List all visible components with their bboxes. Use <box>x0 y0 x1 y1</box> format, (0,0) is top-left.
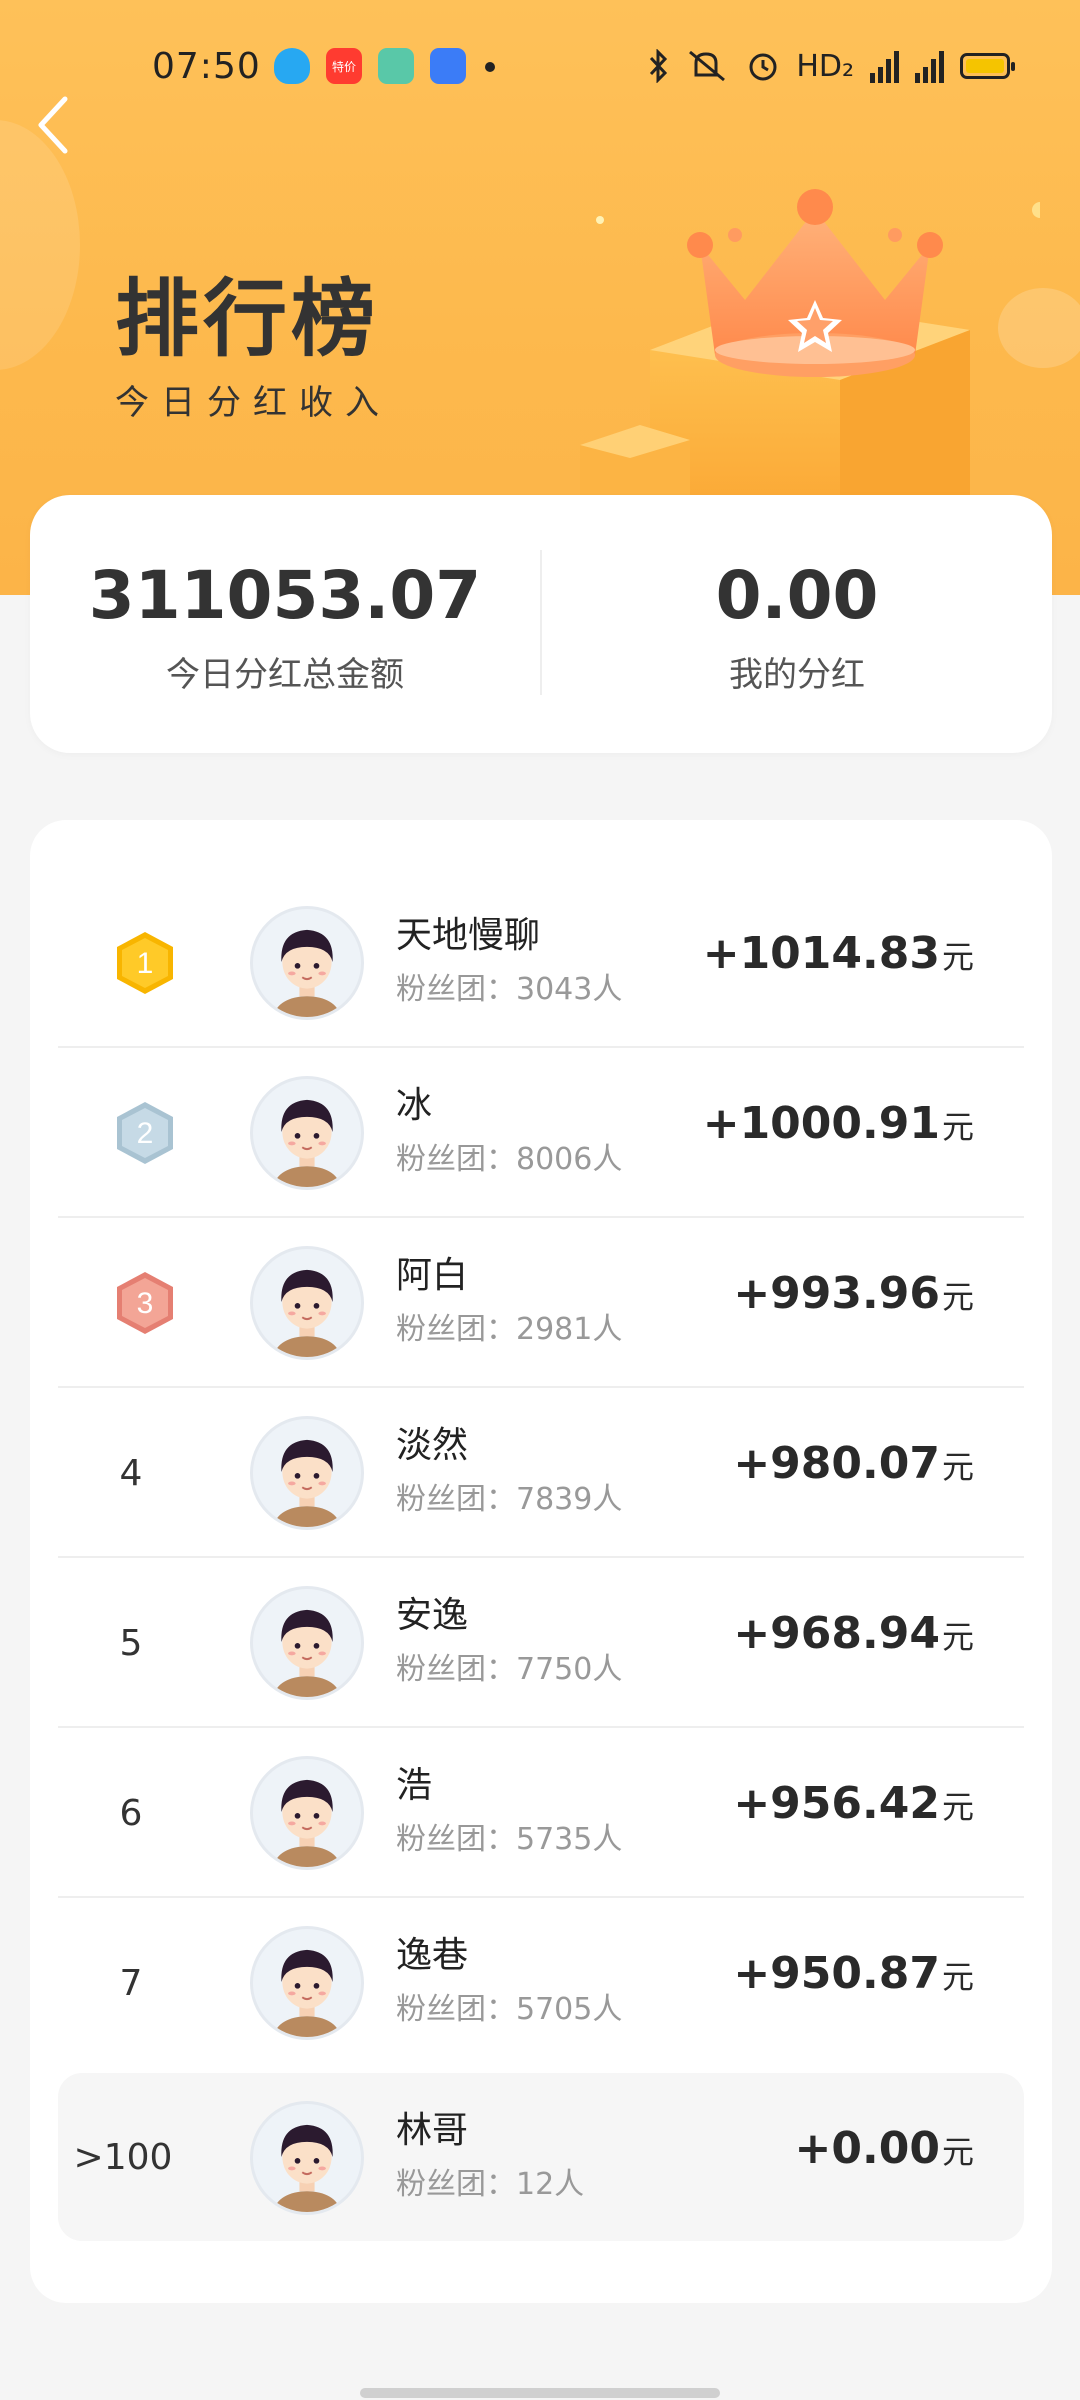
leaderboard-page: 07:50 特价 HD₂ 排行榜 今日分红收入 311053.07 今日分红总金… <box>0 0 1080 2400</box>
dividend-summary-card: 311053.07 今日分红总金额 0.00 我的分红 <box>30 495 1052 753</box>
user-name: 林哥 <box>396 2110 469 2151</box>
avatar[interactable] <box>250 1246 364 1360</box>
tmall-notification-icon: 特价 <box>326 48 362 84</box>
app-notification-icon <box>430 48 466 84</box>
bluetooth-icon <box>650 49 668 83</box>
rank-number: 3 <box>137 1287 154 1320</box>
fans-count: 粉丝团：12人 <box>396 2167 585 2202</box>
user-name: 天地慢聊 <box>396 915 541 956</box>
avatar[interactable] <box>250 1926 364 2040</box>
status-bar: 07:50 特价 HD₂ <box>0 40 1080 100</box>
ranking-row[interactable]: 6 浩 粉丝团：5735人 +956.42元 <box>58 1728 1024 1898</box>
dividend-amount: +1014.83元 <box>702 928 974 979</box>
avatar[interactable] <box>250 1416 364 1530</box>
user-name: 淡然 <box>396 1425 469 1466</box>
user-name: 安逸 <box>396 1595 469 1636</box>
avatar[interactable] <box>250 1756 364 1870</box>
boy-avatar-icon <box>274 1949 340 2037</box>
ranking-row[interactable]: 4 淡然 粉丝团：7839人 +980.07元 <box>58 1388 1024 1558</box>
signal-icon <box>870 49 899 83</box>
ranking-row[interactable]: 2 冰 粉丝团：8006人 +1000.91元 <box>58 1048 1024 1218</box>
gold-rank-badge-icon: 1 <box>117 932 173 994</box>
boy-avatar-icon <box>274 1779 340 1867</box>
back-button[interactable] <box>22 90 82 160</box>
fans-count: 粉丝团：7839人 <box>396 1482 623 1517</box>
dividend-amount: +968.94元 <box>733 1608 974 1659</box>
my-dividend: 0.00 我的分红 <box>542 495 1052 753</box>
fans-count: 粉丝团：8006人 <box>396 1142 623 1177</box>
status-indicators: HD₂ <box>648 44 1015 88</box>
boy-avatar-icon <box>274 2124 340 2212</box>
alarm-icon <box>749 53 777 81</box>
bronze-rank-badge-icon: 3 <box>117 1272 173 1334</box>
rank-number: 4 <box>119 1452 143 1494</box>
fans-count: 粉丝团：5735人 <box>396 1822 623 1857</box>
dividend-amount: +0.00元 <box>794 2123 974 2174</box>
ranking-row[interactable]: 7 逸巷 粉丝团：5705人 +950.87元 <box>58 1898 1024 2068</box>
user-name: 阿白 <box>396 1255 469 1296</box>
rank-number: 5 <box>119 1622 143 1664</box>
rank-number: 1 <box>137 947 154 980</box>
more-notifications-icon <box>485 62 495 72</box>
ranking-row[interactable]: 1 天地慢聊 粉丝团：3043人 +1014.83元 <box>58 878 1024 1048</box>
battery-icon <box>960 53 1015 79</box>
boy-avatar-icon <box>274 1609 340 1697</box>
ranking-row[interactable]: 5 安逸 粉丝团：7750人 +968.94元 <box>58 1558 1024 1728</box>
hd-indicator: HD₂ <box>796 48 854 84</box>
ranking-row[interactable]: 3 阿白 粉丝团：2981人 +993.96元 <box>58 1218 1024 1388</box>
avatar[interactable] <box>250 906 364 1020</box>
page-subtitle: 今日分红收入 <box>115 383 391 423</box>
boy-avatar-icon <box>274 1099 340 1187</box>
dividend-amount: +1000.91元 <box>702 1098 974 1149</box>
rank-number: 2 <box>137 1117 154 1150</box>
home-indicator[interactable] <box>360 2388 720 2398</box>
rank-number: >100 <box>73 2136 173 2178</box>
my-ranking-row[interactable]: >100 林哥 粉丝团：12人 +0.00元 <box>58 2073 1024 2241</box>
rank-number: 6 <box>119 1792 143 1834</box>
chevron-left-icon <box>38 96 68 154</box>
app-notification-icon <box>378 48 414 84</box>
boy-avatar-icon <box>274 929 340 1017</box>
total-dividend: 311053.07 今日分红总金额 <box>30 495 540 753</box>
avatar[interactable] <box>250 1076 364 1190</box>
boy-avatar-icon <box>274 1439 340 1527</box>
page-title: 排行榜 <box>115 270 380 368</box>
silver-rank-badge-icon: 2 <box>117 1102 173 1164</box>
avatar[interactable] <box>250 1586 364 1700</box>
ranking-list: 1 天地慢聊 粉丝团：3043人 +1014.83元 2 冰 粉丝团：8006人… <box>30 820 1052 2303</box>
fans-count: 粉丝团：7750人 <box>396 1652 623 1687</box>
crown-illustration <box>580 189 1040 500</box>
user-name: 逸巷 <box>396 1935 469 1976</box>
qq-notification-icon <box>274 48 310 84</box>
user-name: 浩 <box>396 1765 433 1806</box>
fans-count: 粉丝团：2981人 <box>396 1312 623 1347</box>
dividend-amount: +956.42元 <box>733 1778 974 1829</box>
rank-number: 7 <box>119 1962 143 2004</box>
my-dividend-label: 我的分红 <box>729 655 865 695</box>
my-dividend-value: 0.00 <box>715 557 879 634</box>
dividend-amount: +980.07元 <box>733 1438 974 1489</box>
boy-avatar-icon <box>274 1269 340 1357</box>
dividend-amount: +950.87元 <box>733 1948 974 1999</box>
mute-icon <box>689 50 726 82</box>
signal-icon <box>915 49 944 83</box>
fans-count: 粉丝团：3043人 <box>396 972 623 1007</box>
user-name: 冰 <box>396 1085 433 1126</box>
total-dividend-value: 311053.07 <box>88 557 482 634</box>
dividend-amount: +993.96元 <box>733 1268 974 1319</box>
avatar[interactable] <box>250 2101 364 2215</box>
status-time: 07:50 <box>152 46 261 87</box>
total-dividend-label: 今日分红总金额 <box>166 655 404 695</box>
fans-count: 粉丝团：5705人 <box>396 1992 623 2027</box>
